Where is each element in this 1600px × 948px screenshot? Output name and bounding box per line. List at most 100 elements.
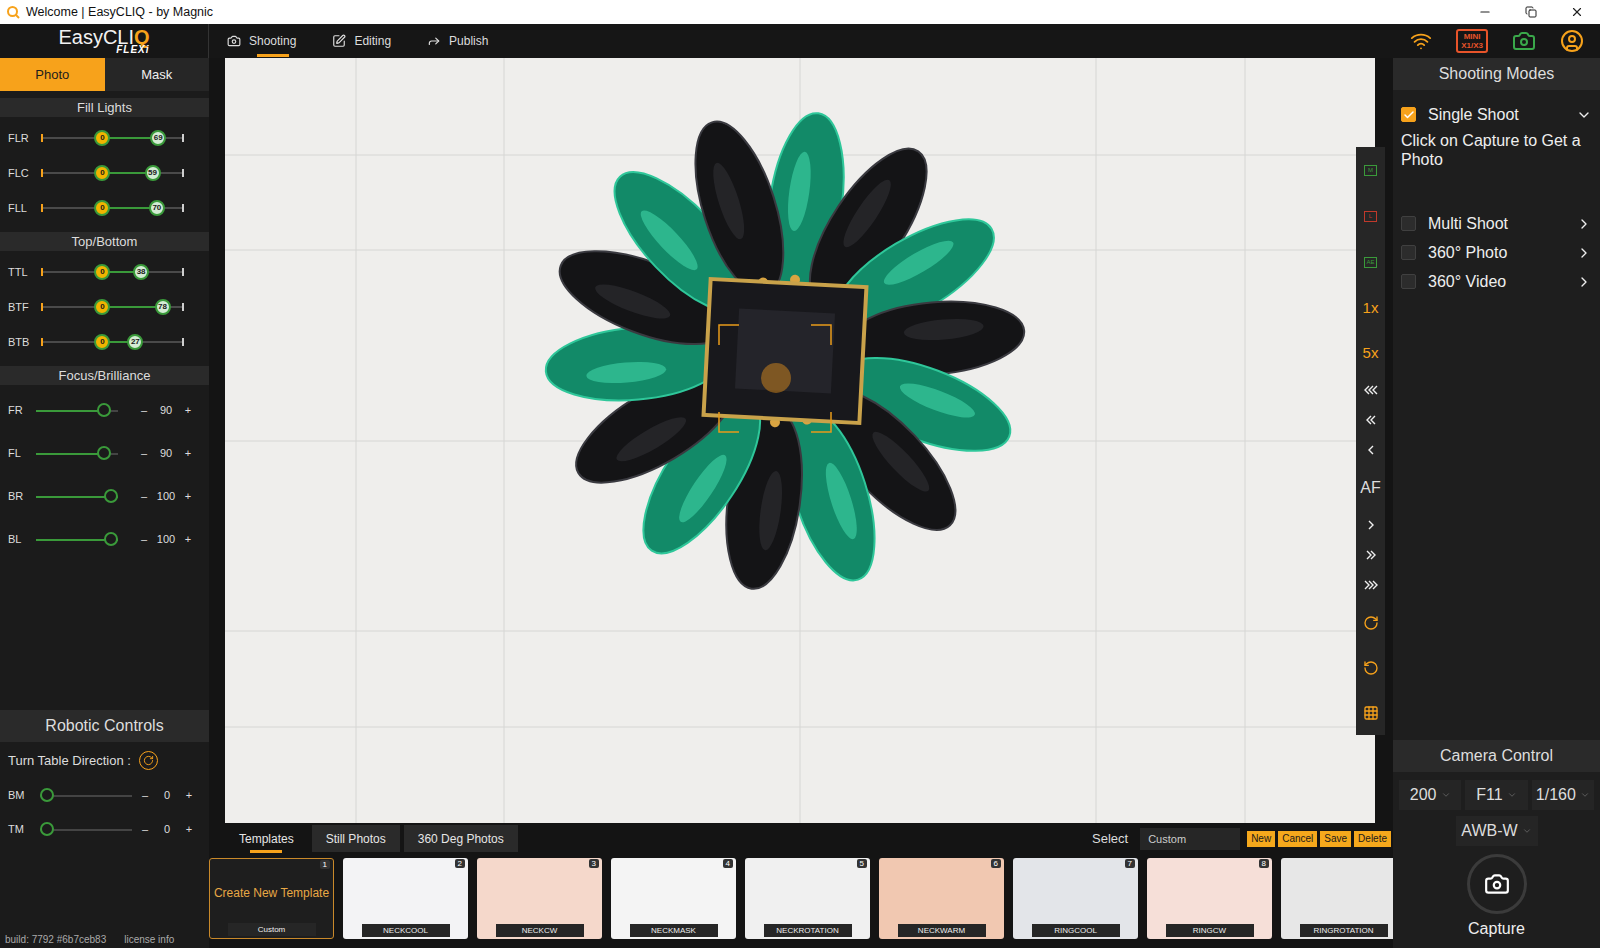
slider-low-knob[interactable]: 0 — [94, 200, 110, 216]
shooting-mode[interactable]: 360° Photo — [1393, 238, 1600, 267]
mode-checkbox[interactable] — [1401, 107, 1416, 122]
template-action-button[interactable]: New — [1247, 831, 1275, 847]
slider-high-knob[interactable]: 27 — [127, 334, 143, 350]
slider-high-knob[interactable]: 59 — [145, 165, 161, 181]
focus-box[interactable] — [719, 325, 831, 432]
focus-slider[interactable] — [36, 489, 118, 503]
mode-checkbox[interactable] — [1401, 274, 1416, 289]
slider-knob[interactable] — [40, 788, 54, 802]
capture-button[interactable] — [1467, 854, 1527, 914]
template-card[interactable]: 5NECKROTATION — [745, 858, 870, 939]
bottom-tab[interactable]: 360 Deg Photos — [404, 825, 518, 852]
template-card[interactable]: 7RINGCOOL — [1013, 858, 1138, 939]
select-field[interactable]: Custom — [1140, 828, 1240, 850]
decrement-button[interactable]: – — [138, 789, 152, 801]
slider-knob[interactable] — [97, 446, 111, 460]
slider-low-knob[interactable]: 0 — [94, 334, 110, 350]
white-balance-dropdown[interactable]: AWB-W — [1456, 816, 1538, 846]
slider-high-knob[interactable]: 69 — [150, 130, 166, 146]
panel-tab[interactable]: Photo — [0, 58, 105, 91]
restore-button[interactable] — [1508, 0, 1554, 24]
increment-button[interactable]: + — [181, 490, 195, 502]
focus-step-button[interactable] — [1356, 510, 1385, 540]
robotic-slider[interactable] — [40, 822, 132, 836]
slider-high-knob[interactable]: 70 — [149, 200, 165, 216]
focus-step-button[interactable] — [1356, 405, 1385, 435]
turn-direction-button[interactable] — [139, 751, 158, 770]
range-slider[interactable]: 0 69 — [41, 130, 184, 146]
toolbar-text-button[interactable]: AF — [1356, 465, 1385, 510]
template-card[interactable]: 2NECKCOOL — [343, 858, 468, 939]
slider-high-knob[interactable]: 78 — [155, 299, 171, 315]
increment-button[interactable]: + — [182, 823, 196, 835]
template-action-button[interactable]: Cancel — [1278, 831, 1317, 847]
wifi-icon[interactable] — [1410, 30, 1432, 52]
range-slider[interactable]: 0 70 — [41, 200, 184, 216]
toolbar-badge-button[interactable]: M — [1356, 147, 1385, 193]
mode-checkbox[interactable] — [1401, 245, 1416, 260]
template-card[interactable]: 4NECKMASK — [611, 858, 736, 939]
nav-tab[interactable]: Shooting — [209, 24, 314, 58]
decrement-button[interactable]: – — [137, 533, 151, 545]
close-button[interactable] — [1554, 0, 1600, 24]
increment-button[interactable]: + — [181, 404, 195, 416]
user-icon[interactable] — [1560, 29, 1584, 53]
minimize-button[interactable] — [1462, 0, 1508, 24]
bottom-tab[interactable]: Templates — [225, 825, 308, 852]
decrement-button[interactable]: – — [138, 823, 152, 835]
shooting-mode[interactable]: Multi Shoot — [1393, 209, 1600, 238]
toolbar-badge-button[interactable]: L — [1356, 193, 1385, 239]
decrement-button[interactable]: – — [137, 447, 151, 459]
range-slider[interactable]: 0 59 — [41, 165, 184, 181]
template-action-button[interactable]: Save — [1320, 831, 1351, 847]
focus-slider[interactable] — [36, 532, 118, 546]
nav-tab[interactable]: Publish — [409, 24, 506, 58]
bottom-tab[interactable]: Still Photos — [312, 825, 400, 852]
slider-knob[interactable] — [40, 822, 54, 836]
slider-knob[interactable] — [97, 403, 111, 417]
toolbar-action-button[interactable] — [1356, 645, 1385, 690]
focus-step-button[interactable] — [1356, 570, 1385, 600]
focus-step-button[interactable] — [1356, 540, 1385, 570]
toolbar-text-button[interactable]: 5x — [1356, 330, 1385, 375]
slider-high-knob[interactable]: 38 — [133, 264, 149, 280]
increment-button[interactable]: + — [182, 789, 196, 801]
template-card[interactable]: RINGROTATION — [1281, 858, 1393, 939]
toolbar-action-button[interactable] — [1356, 600, 1385, 645]
toolbar-badge-button[interactable]: AE — [1356, 239, 1385, 285]
focus-step-button[interactable] — [1356, 435, 1385, 465]
slider-low-knob[interactable]: 0 — [94, 299, 110, 315]
focus-slider[interactable] — [36, 446, 118, 460]
slider-low-knob[interactable]: 0 — [94, 165, 110, 181]
decrement-button[interactable]: – — [137, 490, 151, 502]
mode-checkbox[interactable] — [1401, 216, 1416, 231]
slider-knob[interactable] — [104, 489, 118, 503]
decrement-button[interactable]: – — [137, 404, 151, 416]
toolbar-action-button[interactable] — [1356, 690, 1385, 735]
template-action-button[interactable]: Delete — [1354, 831, 1391, 847]
slider-low-knob[interactable]: 0 — [94, 130, 110, 146]
slider-knob[interactable] — [104, 532, 118, 546]
panel-tab[interactable]: Mask — [105, 58, 210, 91]
camera-setting-dropdown[interactable]: 1/160 — [1532, 780, 1594, 810]
create-template-card[interactable]: Create New Template1Custom — [209, 858, 334, 939]
robotic-slider[interactable] — [40, 788, 132, 802]
live-view[interactable] — [225, 58, 1375, 823]
increment-button[interactable]: + — [181, 533, 195, 545]
camera-setting-dropdown[interactable]: 200 — [1399, 780, 1461, 810]
increment-button[interactable]: + — [181, 447, 195, 459]
toolbar-text-button[interactable]: 1x — [1356, 285, 1385, 330]
device-badge[interactable]: MINIX1/X3 — [1456, 29, 1488, 53]
focus-step-button[interactable] — [1356, 375, 1385, 405]
template-card[interactable]: 6NECKWARM — [879, 858, 1004, 939]
range-slider[interactable]: 0 78 — [41, 299, 184, 315]
template-card[interactable]: 8RINGCW — [1147, 858, 1272, 939]
range-slider[interactable]: 0 38 — [41, 264, 184, 280]
camera-status-icon[interactable] — [1512, 29, 1536, 53]
license-link[interactable]: license info — [124, 934, 174, 945]
nav-tab[interactable]: Editing — [314, 24, 409, 58]
focus-slider[interactable] — [36, 403, 118, 417]
shooting-mode[interactable]: 360° Video — [1393, 267, 1600, 296]
template-card[interactable]: 3NECKCW — [477, 858, 602, 939]
slider-low-knob[interactable]: 0 — [94, 264, 110, 280]
